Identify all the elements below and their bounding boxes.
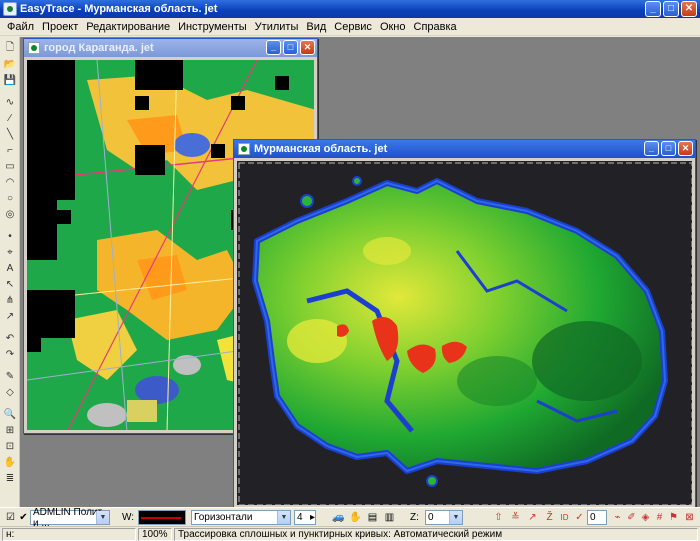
node-icon[interactable]: ◈: [638, 510, 653, 525]
color-swatch[interactable]: [138, 510, 186, 525]
undo-icon[interactable]: ↶: [3, 331, 17, 345]
menu-help[interactable]: Справка: [410, 21, 461, 33]
node-select-icon[interactable]: ↗: [3, 309, 17, 323]
brush-icon[interactable]: ✐: [624, 510, 639, 525]
status-zoom: 100%: [138, 528, 172, 541]
layers-alt-icon[interactable]: ▥: [382, 510, 397, 525]
close-icon[interactable]: ✕: [681, 1, 697, 17]
measure-icon[interactable]: ≣: [3, 471, 17, 485]
id-icon[interactable]: ID: [557, 510, 572, 525]
car-icon[interactable]: 🚙: [331, 510, 346, 525]
chevron-down-icon: ▼: [277, 511, 290, 524]
left-toolbar: 🗋 📂 💾 ∿ ∕ ╲ ⌐ ▭ ◠ ○ ◎ • ⌖ A ↖ ⋔ ↗ ↶ ↷ ✎ …: [0, 37, 20, 507]
select-arrow-icon[interactable]: ↖: [3, 277, 17, 291]
status-bar: н: 100% Трассировка сплошных и пунктирны…: [0, 526, 700, 541]
redo-icon[interactable]: ↷: [3, 347, 17, 361]
rectangle-icon[interactable]: ▭: [3, 159, 17, 173]
murmansk-window-controls: _ □ ✕: [644, 141, 693, 156]
layers-icon[interactable]: ▤: [365, 510, 380, 525]
arc-icon[interactable]: ◠: [3, 175, 17, 189]
app-logo-icon: [3, 2, 17, 16]
counter-value: 0: [590, 512, 596, 523]
zoom-icon[interactable]: 🔍: [3, 407, 17, 421]
pencil-icon[interactable]: ✎: [3, 369, 17, 383]
w-label: W:: [122, 512, 135, 523]
vertex-edit-icon[interactable]: ⋔: [3, 293, 17, 307]
chevron-down-icon: ▼: [96, 511, 109, 524]
thickness-value: 4: [297, 512, 303, 523]
app-title: EasyTrace - Мурманская область. jet: [20, 3, 218, 15]
line-icon[interactable]: ╲: [3, 127, 17, 141]
app-titlebar: EasyTrace - Мурманская область. jet _ □ …: [0, 0, 700, 18]
murmansk-titlebar[interactable]: Мурманская область. jet _ □ ✕: [234, 140, 695, 158]
pan-hand-icon[interactable]: ✋: [3, 455, 17, 469]
layer-visible-icon[interactable]: ✔: [16, 510, 31, 525]
menu-bar: Файл Проект Редактирование Инструменты У…: [0, 18, 700, 36]
cross-icon[interactable]: ⊠: [682, 510, 697, 525]
document-icon: [238, 143, 250, 155]
murmansk-title: Мурманская область. jet: [254, 143, 388, 155]
wand-icon[interactable]: ⌁: [610, 510, 625, 525]
zoom-extent-icon[interactable]: ⊞: [3, 423, 17, 437]
text-tool-icon[interactable]: A: [3, 261, 17, 275]
status-coords: н:: [2, 528, 136, 541]
chart-icon[interactable]: ≚: [508, 510, 523, 525]
menu-service[interactable]: Сервис: [330, 21, 376, 33]
layer-select[interactable]: ADMLIN Полит. и ... ▼: [30, 507, 110, 529]
line-color-sample: [141, 516, 181, 519]
murmansk-map-canvas[interactable]: [237, 161, 692, 505]
flag-icon[interactable]: ⚑: [666, 510, 681, 525]
new-file-icon[interactable]: 🗋: [3, 41, 17, 55]
document-icon: [28, 42, 40, 54]
eraser-icon[interactable]: ◇: [3, 385, 17, 399]
polyline-icon[interactable]: ∿: [3, 95, 17, 109]
maximize-icon[interactable]: □: [663, 1, 679, 17]
close-icon[interactable]: ✕: [300, 40, 315, 55]
hand-icon[interactable]: ✋: [348, 510, 363, 525]
arrow-up-icon[interactable]: ⇧: [491, 510, 506, 525]
app-window-controls: _ □ ✕: [645, 1, 697, 17]
chevron-down-icon: ▼: [449, 511, 462, 524]
maximize-icon[interactable]: □: [283, 40, 298, 55]
measure-z-icon[interactable]: Ž: [542, 510, 557, 525]
save-icon[interactable]: 💾: [3, 73, 17, 87]
menu-project[interactable]: Проект: [38, 21, 82, 33]
layer-type-select[interactable]: Горизонтали ▼: [191, 510, 291, 525]
counter-field[interactable]: 0: [587, 510, 607, 525]
status-message: Трассировка сплошных и пунктирных кривых…: [174, 528, 698, 541]
z-value: 0: [428, 512, 434, 523]
menu-edit[interactable]: Редактирование: [82, 21, 174, 33]
zoom-window-icon[interactable]: ⊡: [3, 439, 17, 453]
menu-file[interactable]: Файл: [3, 21, 38, 33]
karaganda-title: город Караганда. jet: [44, 42, 154, 54]
menu-view[interactable]: Вид: [302, 21, 330, 33]
menu-tools[interactable]: Инструменты: [174, 21, 251, 33]
karaganda-titlebar[interactable]: город Караганда. jet _ □ ✕: [24, 39, 317, 57]
maximize-icon[interactable]: □: [661, 141, 676, 156]
z-label: Z:: [410, 512, 419, 523]
minimize-icon[interactable]: _: [644, 141, 659, 156]
point-icon[interactable]: •: [3, 229, 17, 243]
karaganda-window-controls: _ □ ✕: [266, 40, 315, 55]
circle-icon[interactable]: ○: [3, 191, 17, 205]
layer-type-value: Горизонтали: [194, 512, 253, 523]
grid-icon[interactable]: #: [652, 510, 667, 525]
minimize-icon[interactable]: _: [645, 1, 661, 17]
ellipse-icon[interactable]: ◎: [3, 207, 17, 221]
menu-utilities[interactable]: Утилиты: [251, 21, 303, 33]
thickness-spin-icon[interactable]: ▸: [305, 510, 320, 525]
murmansk-window: Мурманская область. jet _ □ ✕: [233, 139, 696, 509]
diagonal-arrow-icon[interactable]: ↗: [525, 510, 540, 525]
check-icon[interactable]: ✓: [572, 510, 587, 525]
z-select[interactable]: 0 ▼: [425, 510, 463, 525]
open-folder-icon[interactable]: 📂: [3, 57, 17, 71]
symbol-icon[interactable]: ⌖: [3, 245, 17, 259]
bottom-toolbar: ☑ ✔ ADMLIN Полит. и ... ▼ W: Горизонтали…: [0, 507, 700, 529]
menu-window[interactable]: Окно: [376, 21, 410, 33]
step-line-icon[interactable]: ⌐: [3, 143, 17, 157]
close-icon[interactable]: ✕: [678, 141, 693, 156]
curve-icon[interactable]: ∕: [3, 111, 17, 125]
murmansk-terrain-map: [237, 161, 692, 505]
minimize-icon[interactable]: _: [266, 40, 281, 55]
